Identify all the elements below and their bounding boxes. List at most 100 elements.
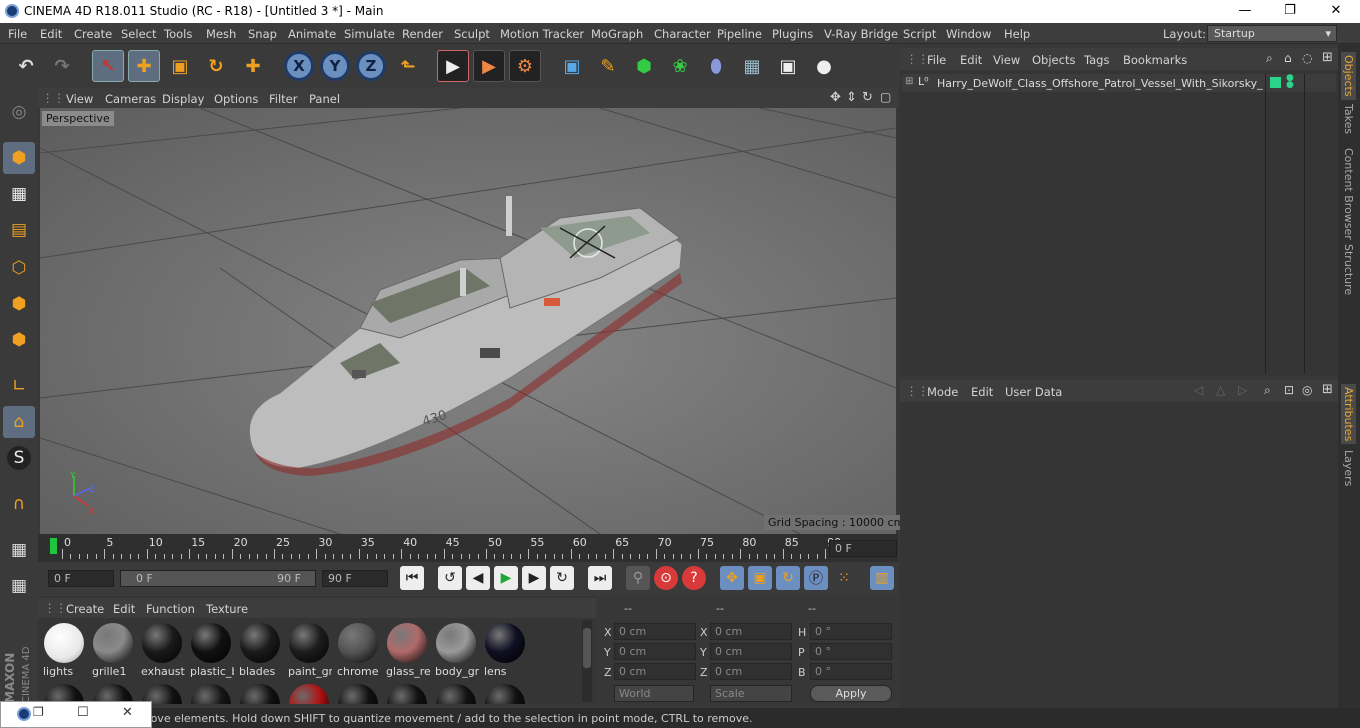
object-menu-file[interactable]: File bbox=[927, 53, 946, 67]
size-x-field[interactable]: 0 cm bbox=[710, 623, 792, 640]
material-menu-create[interactable]: Create bbox=[66, 602, 104, 616]
lock-icon[interactable]: ⊡ bbox=[1284, 383, 1294, 397]
current-frame-field[interactable]: 0 F bbox=[829, 540, 897, 557]
material-scrollbar[interactable] bbox=[582, 620, 592, 702]
camera-button[interactable]: ▣ bbox=[772, 50, 804, 82]
material-swatch[interactable] bbox=[436, 684, 476, 704]
tab-attributes[interactable]: Attributes bbox=[1341, 384, 1356, 445]
viewport-menu-display[interactable]: Display bbox=[162, 92, 204, 106]
viewport-maximize-icon[interactable]: ▢ bbox=[880, 90, 891, 104]
close-button[interactable]: ✕ bbox=[1313, 0, 1359, 23]
size-y-field[interactable]: 0 cm bbox=[710, 643, 792, 660]
go-to-start-button[interactable]: ⏮ bbox=[400, 566, 424, 590]
tab-takes[interactable]: Takes bbox=[1342, 104, 1355, 134]
menu-sculpt[interactable]: Sculpt bbox=[454, 27, 490, 41]
coordinate-system-button[interactable]: ⬑ bbox=[392, 50, 424, 82]
scrollbar-thumb[interactable] bbox=[583, 628, 591, 668]
taskbar-preview-popup[interactable]: ❐ ☐ ✕ bbox=[0, 701, 152, 728]
play-button[interactable]: ▶ bbox=[494, 566, 518, 590]
apply-button[interactable]: Apply bbox=[810, 685, 892, 702]
tab-structure[interactable]: Structure bbox=[1342, 244, 1355, 295]
model-mode-button[interactable]: ⬢ bbox=[3, 142, 35, 174]
restore-icon[interactable]: ❐ bbox=[33, 705, 44, 719]
search-icon[interactable]: ⌕ bbox=[1264, 383, 1271, 398]
search-icon[interactable]: ⌕ bbox=[1266, 51, 1273, 66]
attribute-menu-edit[interactable]: Edit bbox=[971, 385, 993, 399]
perspective-viewport[interactable]: 430 Y Z X bbox=[40, 108, 896, 534]
menu-help[interactable]: Help bbox=[1004, 27, 1030, 41]
tweak-mode-button[interactable]: ⌂ bbox=[3, 406, 35, 438]
menu-motion-tracker[interactable]: Motion Tracker bbox=[500, 27, 584, 41]
viewport-solo-button[interactable]: S bbox=[3, 442, 35, 474]
material-menu-edit[interactable]: Edit bbox=[113, 602, 135, 616]
viewport-move-icon[interactable]: ✥ bbox=[830, 90, 841, 105]
material-swatch[interactable] bbox=[289, 684, 329, 704]
material-swatch[interactable]: blades bbox=[237, 621, 283, 679]
menu-tools[interactable]: Tools bbox=[164, 27, 192, 41]
previous-frame-button[interactable]: ◀ bbox=[466, 566, 490, 590]
enable-axis-button[interactable]: ∟ bbox=[3, 370, 35, 402]
material-swatch[interactable]: glass_re bbox=[384, 621, 430, 679]
render-view-button[interactable]: ▶ bbox=[437, 50, 469, 82]
x-axis-lock-button[interactable]: X bbox=[284, 51, 314, 81]
maximize-button[interactable]: ❐ bbox=[1267, 0, 1313, 23]
material-swatch[interactable]: grille1 bbox=[90, 621, 136, 679]
go-to-end-button[interactable]: ⏭ bbox=[588, 566, 612, 590]
new-window-icon[interactable]: ⊞ bbox=[1322, 50, 1333, 65]
material-swatch[interactable] bbox=[338, 684, 378, 704]
menu-mesh[interactable]: Mesh bbox=[206, 27, 236, 41]
next-key-button[interactable]: ↻ bbox=[550, 566, 574, 590]
render-settings-button[interactable]: ⚙ bbox=[509, 50, 541, 82]
make-editable-button[interactable]: ◎ bbox=[3, 96, 35, 128]
menu-pipeline[interactable]: Pipeline bbox=[717, 27, 762, 41]
target-icon[interactable]: ◎ bbox=[1302, 383, 1312, 397]
subdivision-surface-button[interactable]: ⬢ bbox=[628, 50, 660, 82]
menu-edit[interactable]: Edit bbox=[40, 27, 62, 41]
layer-color-tag[interactable] bbox=[1270, 77, 1281, 88]
viewport-menu-panel[interactable]: Panel bbox=[309, 92, 340, 106]
undo-button[interactable]: ↶ bbox=[10, 50, 42, 82]
forward-arrow-icon[interactable]: ▷ bbox=[1238, 383, 1247, 397]
menu-render[interactable]: Render bbox=[402, 27, 443, 41]
viewport-menu-options[interactable]: Options bbox=[214, 92, 258, 106]
y-axis-lock-button[interactable]: Y bbox=[320, 51, 350, 81]
material-swatch[interactable] bbox=[485, 684, 525, 704]
material-swatch[interactable]: paint_gr bbox=[286, 621, 332, 679]
material-swatch[interactable] bbox=[191, 684, 231, 704]
workplane-lock-button[interactable]: ▦ bbox=[3, 534, 35, 566]
key-parameter-button[interactable]: Ⓟ bbox=[804, 566, 828, 590]
object-menu-edit[interactable]: Edit bbox=[960, 53, 982, 67]
menu-simulate[interactable]: Simulate bbox=[344, 27, 395, 41]
viewport-rotate-icon[interactable]: ↻ bbox=[862, 90, 873, 105]
material-swatch[interactable]: lens bbox=[482, 621, 528, 679]
new-window-icon[interactable]: ⊞ bbox=[1322, 382, 1333, 397]
start-frame-field[interactable]: 0 F bbox=[48, 570, 114, 587]
maximize-icon[interactable]: ☐ bbox=[77, 705, 89, 720]
points-mode-button[interactable]: ⬡ bbox=[3, 252, 35, 284]
menu-animate[interactable]: Animate bbox=[288, 27, 336, 41]
close-icon[interactable]: ✕ bbox=[122, 705, 133, 720]
timeline-button[interactable]: ▥ bbox=[870, 566, 894, 590]
object-list-item[interactable]: ⊞ L⁰ Harry_DeWolf_Class_Offshore_Patrol_… bbox=[902, 74, 1336, 374]
menu-select[interactable]: Select bbox=[121, 27, 156, 41]
rotate-tool-button[interactable]: ↻ bbox=[200, 50, 232, 82]
edges-mode-button[interactable]: ⬢ bbox=[3, 288, 35, 320]
material-swatch[interactable]: exhaust bbox=[139, 621, 185, 679]
menu-snap[interactable]: Snap bbox=[248, 27, 277, 41]
scale-tool-button[interactable]: ▣ bbox=[164, 50, 196, 82]
material-swatch[interactable]: plastic_b bbox=[188, 621, 234, 679]
timeline-ruler[interactable]: 051015202530354045505560657075808590 0 F bbox=[38, 534, 898, 562]
material-menu-function[interactable]: Function bbox=[146, 602, 195, 616]
tab-layers[interactable]: Layers bbox=[1342, 450, 1355, 486]
menu-vray-bridge[interactable]: V-Ray Bridge bbox=[824, 27, 898, 41]
workplane-mode2-button[interactable]: ▦ bbox=[3, 570, 35, 602]
add-cube-button[interactable]: ▣ bbox=[556, 50, 588, 82]
rotation-b-field[interactable]: 0 ° bbox=[810, 663, 892, 680]
key-pla-button[interactable]: ⁙ bbox=[832, 566, 856, 590]
workplane-mode-button[interactable]: ▤ bbox=[3, 214, 35, 246]
home-icon[interactable]: ⌂ bbox=[1284, 51, 1292, 65]
material-swatch[interactable] bbox=[240, 684, 280, 704]
menu-file[interactable]: File bbox=[8, 27, 27, 41]
menu-window[interactable]: Window bbox=[946, 27, 991, 41]
expand-icon[interactable]: ⊞ bbox=[905, 76, 913, 87]
